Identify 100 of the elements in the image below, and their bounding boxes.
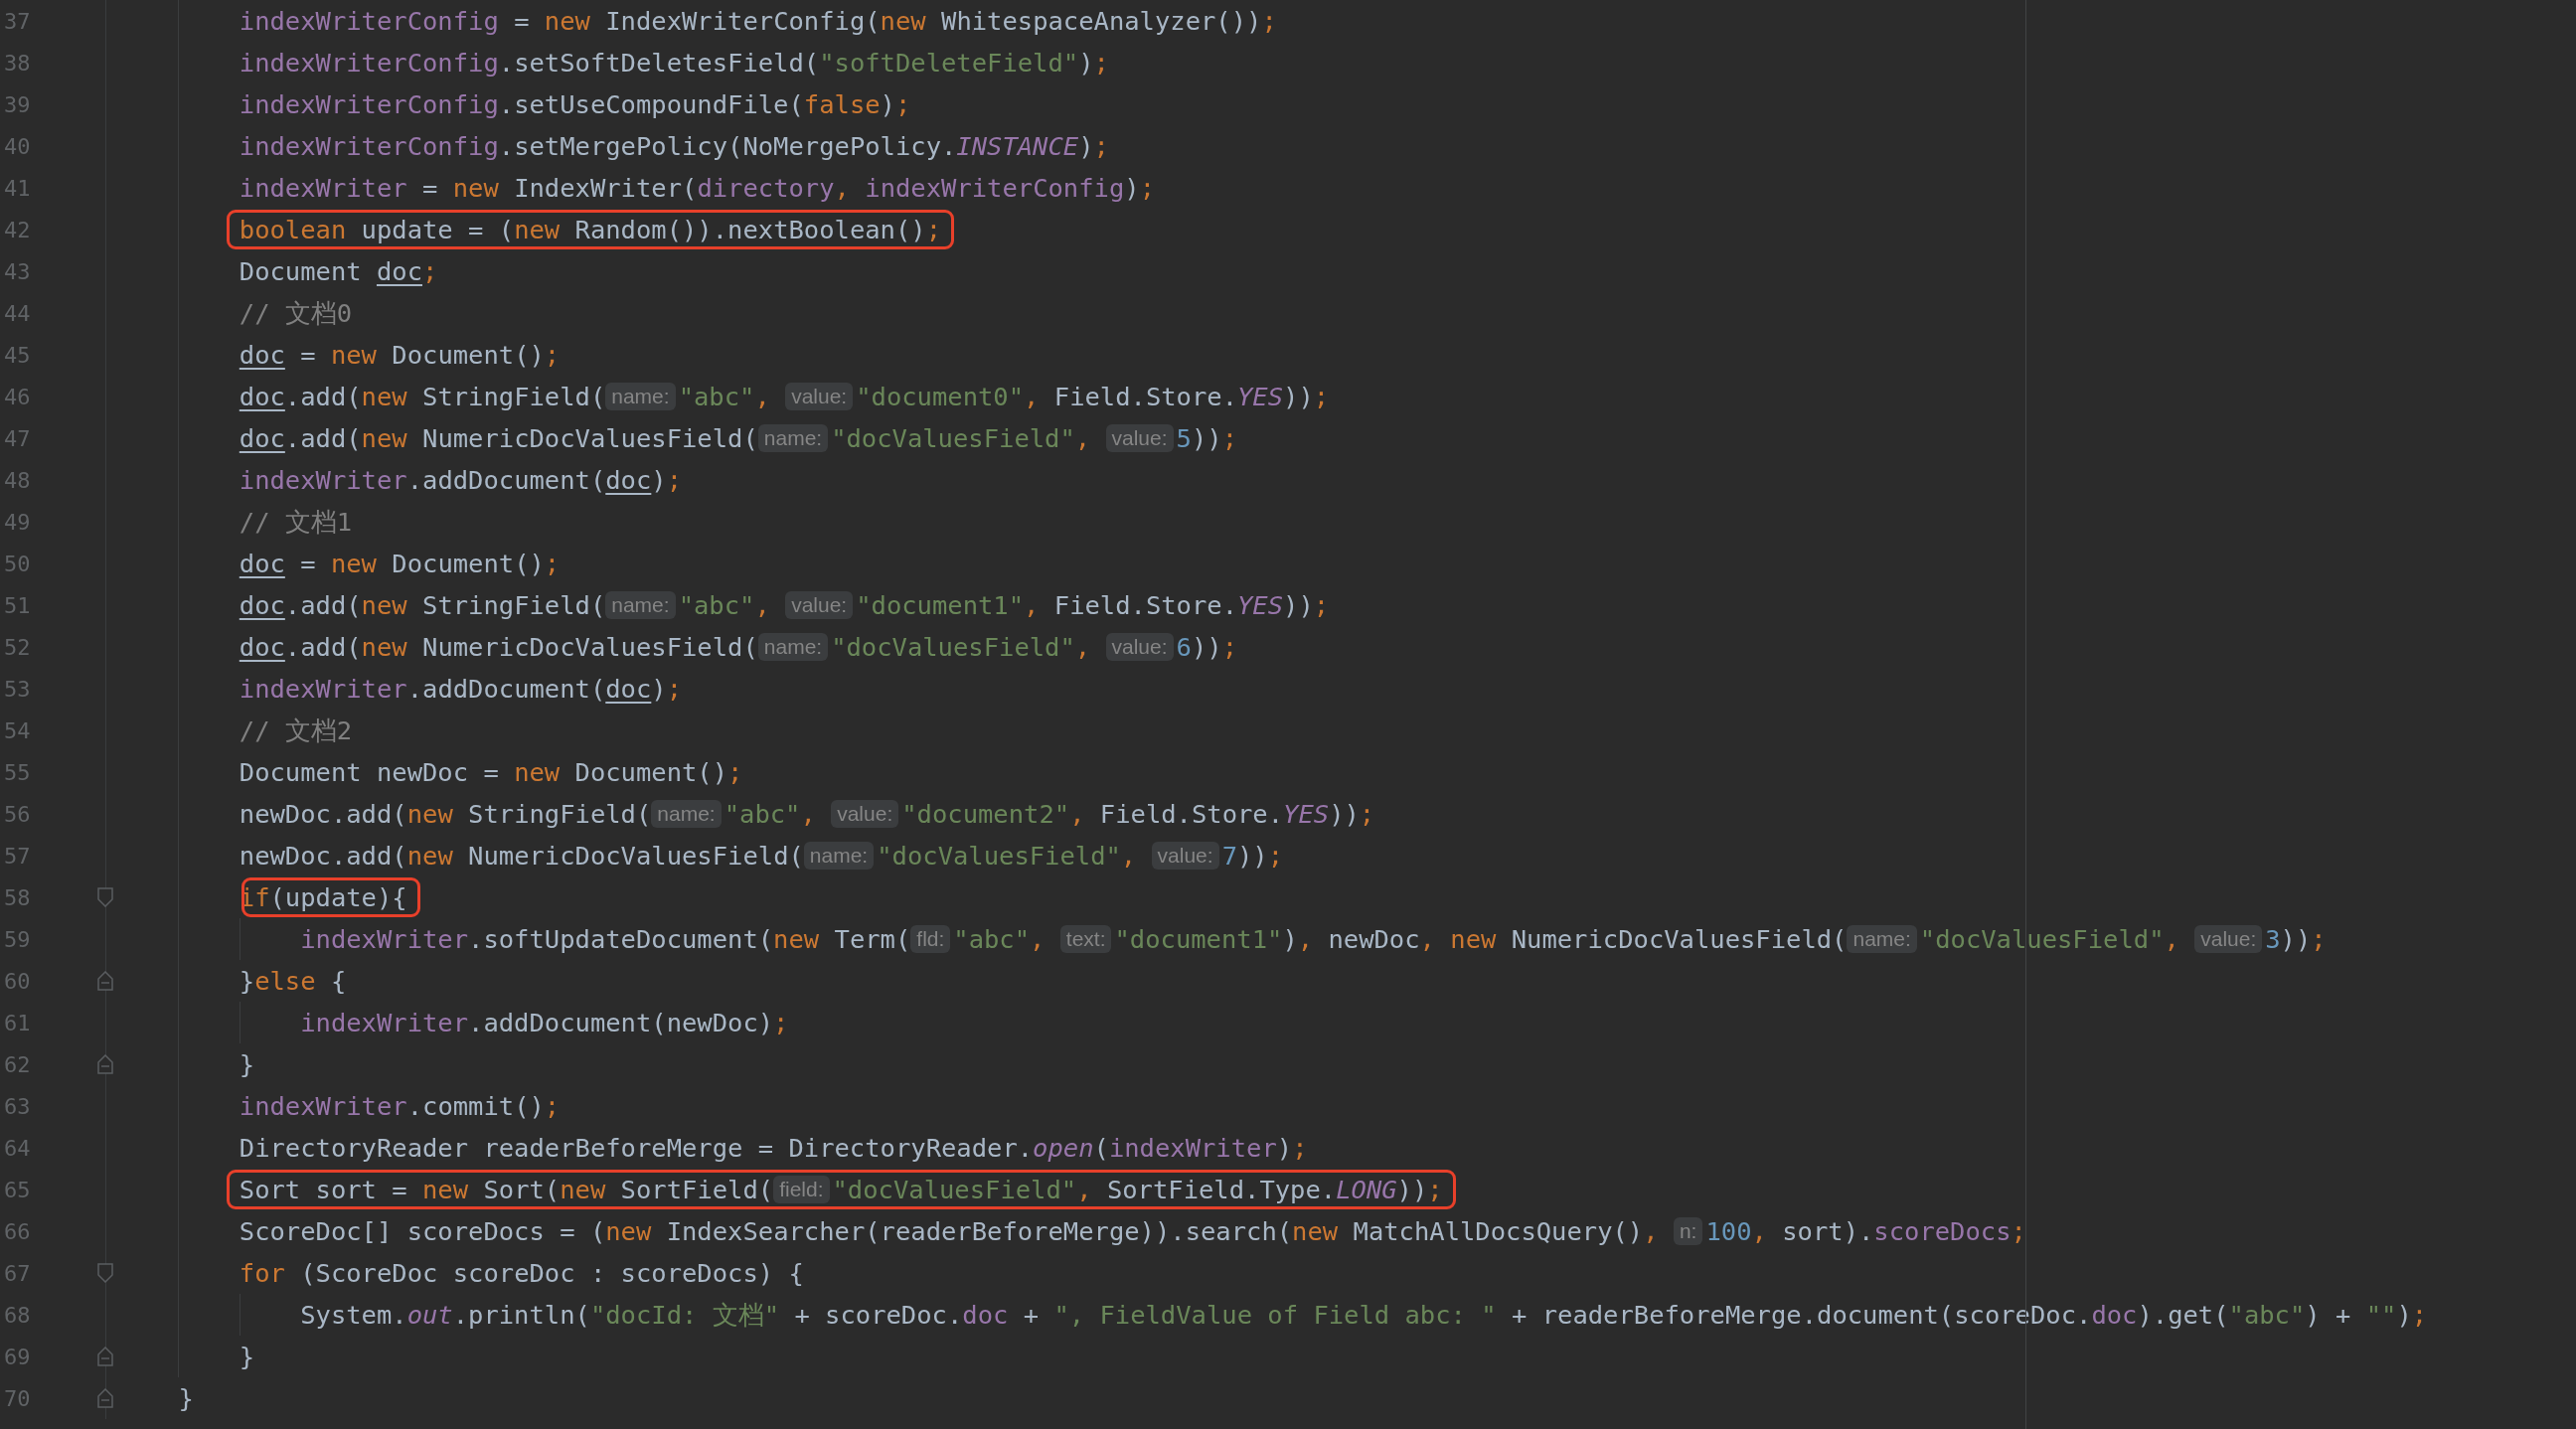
line-number: 67 bbox=[3, 1260, 32, 1286]
keyword: new bbox=[1450, 924, 1497, 954]
keyword: else bbox=[254, 966, 316, 996]
variable: doc bbox=[239, 632, 285, 662]
code-text: .add( bbox=[284, 423, 362, 453]
code-text: Sort sort = bbox=[239, 1175, 408, 1204]
keyword: new bbox=[406, 799, 453, 829]
parameter-hint: text: bbox=[1059, 925, 1112, 953]
code-text: .println( bbox=[452, 1300, 590, 1330]
code-text: )) bbox=[1329, 799, 1360, 829]
code-text: Term( bbox=[833, 924, 911, 954]
keyword: false bbox=[803, 89, 881, 119]
keyword: f bbox=[254, 882, 270, 912]
code-text: Document() bbox=[391, 340, 545, 370]
parameter-hint: name: bbox=[803, 842, 875, 870]
code-text: + bbox=[1022, 1300, 1041, 1330]
string-literal: "abc" bbox=[953, 924, 1031, 954]
code-text: } bbox=[239, 1049, 255, 1079]
keyword: new bbox=[330, 340, 377, 370]
comment: // 文档2 bbox=[239, 714, 353, 747]
comment: // 文档1 bbox=[239, 505, 353, 539]
line-number: 55 bbox=[3, 759, 32, 785]
code-text: = bbox=[513, 6, 531, 36]
keyword: , bbox=[1419, 924, 1436, 954]
code-text: = bbox=[299, 340, 317, 370]
field-name: indexWriter bbox=[239, 1091, 407, 1121]
keyword: , bbox=[800, 799, 817, 829]
parameter-hint: value: bbox=[831, 800, 899, 828]
string-literal: "docValuesField" bbox=[877, 841, 1121, 871]
line-number: 49 bbox=[3, 509, 32, 535]
code-text: .addDocument(newDoc) bbox=[468, 1008, 774, 1037]
code-text: .addDocument( bbox=[406, 465, 606, 495]
keyword: ; bbox=[925, 215, 942, 244]
keyword: ; bbox=[1313, 382, 1330, 411]
field-name: indexWriterConfig bbox=[239, 89, 499, 119]
keyword: ; bbox=[2011, 1216, 2026, 1246]
code-text: { bbox=[329, 966, 347, 996]
fold-icon[interactable] bbox=[97, 1054, 113, 1074]
keyword: ; bbox=[1093, 48, 1109, 78]
code-text: .setSoftDeletesField( bbox=[498, 48, 820, 78]
line-number: 42 bbox=[3, 217, 32, 242]
fold-icon[interactable] bbox=[97, 1263, 113, 1283]
keyword: , bbox=[754, 382, 771, 411]
code-text: = bbox=[299, 549, 317, 578]
field-name: indexWriter bbox=[1108, 1133, 1277, 1163]
code-text: Document() bbox=[391, 549, 545, 578]
string-literal: "softDeleteField" bbox=[819, 48, 1079, 78]
code-text: WhitespaceAnalyzer()) bbox=[940, 6, 1262, 36]
keyword: , bbox=[1297, 924, 1315, 954]
line-number: 62 bbox=[3, 1051, 32, 1077]
line-number: 43 bbox=[3, 258, 32, 284]
code-text: StringField( bbox=[421, 590, 606, 620]
fold-icon[interactable] bbox=[97, 1388, 113, 1408]
keyword: new bbox=[330, 549, 377, 578]
code-text: )) bbox=[1191, 423, 1222, 453]
code-text: ) + bbox=[2305, 1300, 2352, 1330]
code-text: .addDocument( bbox=[406, 674, 606, 704]
line-number: 54 bbox=[3, 717, 32, 743]
code-text: ) bbox=[651, 465, 667, 495]
code-text: newDoc.add( bbox=[239, 841, 407, 871]
parameter-hint: field: bbox=[773, 1176, 830, 1203]
keyword: ; bbox=[1359, 799, 1375, 829]
keyword: new bbox=[605, 1216, 652, 1246]
variable: doc bbox=[605, 465, 652, 495]
code-text: Document() bbox=[573, 757, 728, 787]
code-text: .commit() bbox=[406, 1091, 545, 1121]
number-literal: 3 bbox=[2265, 924, 2281, 954]
parameter-hint: value: bbox=[1105, 633, 1174, 661]
keyword: ; bbox=[2411, 1300, 2428, 1330]
line-number: 56 bbox=[3, 801, 32, 827]
static-member: YES bbox=[1283, 799, 1330, 829]
keyword: ; bbox=[544, 549, 561, 578]
code-text: )) bbox=[1283, 382, 1314, 411]
fold-icon[interactable] bbox=[97, 971, 113, 991]
keyword: new bbox=[544, 6, 590, 36]
string-literal: "document2" bbox=[901, 799, 1070, 829]
field-name: indexWriterConfig bbox=[239, 131, 499, 161]
keyword: ; bbox=[666, 465, 683, 495]
code-text: .setUseCompoundFile( bbox=[498, 89, 804, 119]
static-member: YES bbox=[1237, 590, 1284, 620]
variable: doc bbox=[239, 590, 285, 620]
code-text: ) bbox=[1282, 924, 1298, 954]
line-number: 46 bbox=[3, 384, 32, 409]
code-text: NumericDocValuesField( bbox=[421, 423, 758, 453]
keyword: new bbox=[361, 382, 407, 411]
line-number: 63 bbox=[3, 1093, 32, 1119]
number-literal: 5 bbox=[1176, 423, 1192, 453]
variable: doc bbox=[239, 549, 285, 578]
fold-icon[interactable] bbox=[97, 887, 113, 907]
field-name: indexWriterConfig bbox=[239, 6, 499, 36]
keyword: ; bbox=[1221, 423, 1237, 453]
code-text: )) bbox=[1396, 1175, 1428, 1204]
field-name: indexWriterConfig bbox=[865, 173, 1125, 203]
fold-icon[interactable] bbox=[97, 1347, 113, 1366]
line-number: 58 bbox=[3, 884, 32, 910]
keyword: new bbox=[514, 757, 561, 787]
keyword: , bbox=[1024, 590, 1041, 620]
field-name: indexWriter bbox=[239, 173, 407, 203]
keyword: , bbox=[1030, 924, 1046, 954]
parameter-hint: name: bbox=[757, 424, 829, 452]
